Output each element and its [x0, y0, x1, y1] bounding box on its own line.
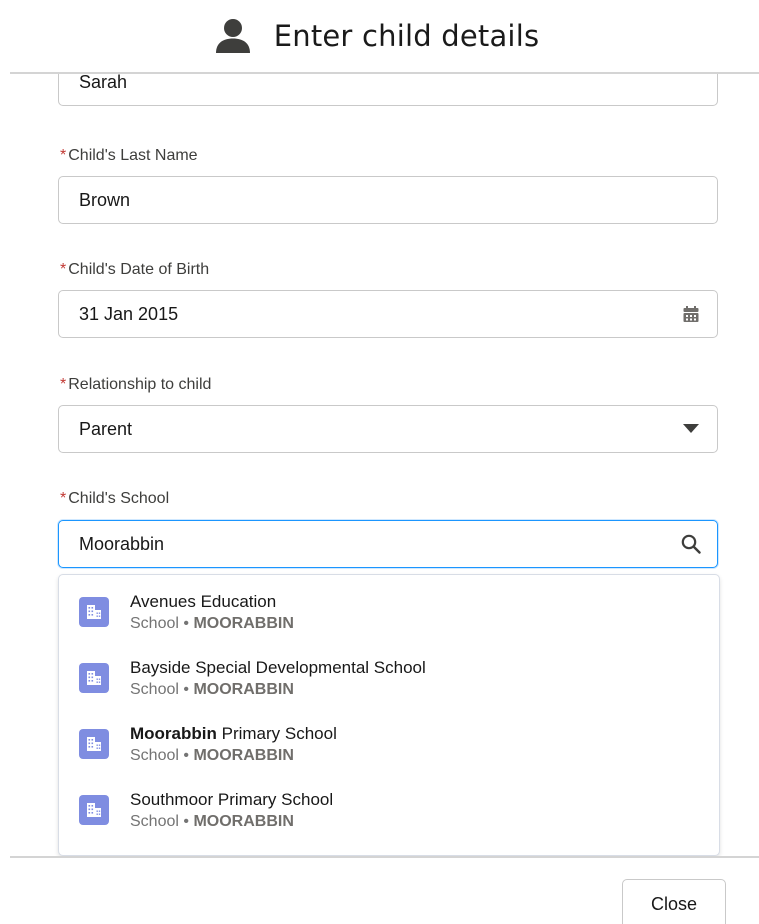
modal-header: Enter child details	[0, 0, 759, 72]
option-type: School	[130, 813, 179, 830]
option-title: Moorabbin Primary School	[130, 723, 337, 745]
school-label-text: Child's School	[68, 490, 170, 507]
last-name-label-text: Child's Last Name	[68, 147, 198, 164]
school-option[interactable]: Avenues Education School • MOORABBIN	[59, 575, 719, 637]
dob-input[interactable]: 31 Jan 2015	[58, 290, 718, 338]
modal-body[interactable]: Sarah * Child's Last Name Brown * Child's …	[0, 74, 759, 856]
school-search-input[interactable]: Moorabbin	[58, 520, 718, 568]
option-text: Southmoor Primary School School • MOORAB…	[130, 789, 333, 833]
required-mark: *	[60, 376, 67, 393]
first-name-input[interactable]: Sarah	[58, 74, 718, 106]
close-button[interactable]: Close	[622, 879, 726, 924]
option-separator: •	[183, 747, 189, 764]
school-label: * Child's School	[60, 490, 169, 508]
option-text: Bayside Special Developmental School Sch…	[130, 657, 426, 701]
option-meta: School • MOORABBIN	[130, 613, 294, 635]
option-title-rest: Primary School	[216, 724, 337, 743]
option-title-rest: Bayside Special Developmental School	[130, 658, 426, 677]
required-mark: *	[60, 490, 67, 507]
dob-value: 31 Jan 2015	[79, 303, 179, 324]
dob-label: * Child's Date of Birth	[60, 261, 209, 279]
option-meta: School • MOORABBIN	[130, 811, 333, 833]
relationship-label: * Relationship to child	[60, 376, 211, 394]
last-name-input[interactable]: Brown	[58, 176, 718, 224]
modal-title: Enter child details	[273, 19, 540, 53]
option-type: School	[130, 747, 179, 764]
first-name-value: Sarah	[79, 74, 128, 92]
relationship-label-text: Relationship to child	[68, 376, 212, 393]
option-meta: School • MOORABBIN	[130, 679, 426, 701]
building-icon	[79, 663, 109, 693]
option-suburb: MOORABBIN	[193, 615, 294, 632]
option-title-rest: Southmoor Primary School	[130, 790, 334, 809]
school-search-value: Moorabbin	[79, 533, 165, 554]
option-title-rest: Avenues Education	[130, 592, 277, 611]
option-text: Moorabbin Primary School School • MOORAB…	[130, 723, 337, 767]
option-title: Southmoor Primary School	[130, 789, 333, 811]
required-mark: *	[60, 147, 67, 164]
option-separator: •	[183, 615, 189, 632]
option-title-match: Moorabbin	[130, 724, 217, 743]
footer-divider	[10, 856, 759, 858]
building-icon	[79, 795, 109, 825]
option-suburb: MOORABBIN	[193, 747, 294, 764]
user-icon	[215, 19, 250, 53]
last-name-value: Brown	[79, 189, 131, 210]
option-suburb: MOORABBIN	[193, 681, 294, 698]
modal: Enter child details Sarah * Child's Last …	[0, 0, 759, 924]
option-meta: School • MOORABBIN	[130, 745, 337, 767]
caret-down-icon[interactable]	[681, 419, 701, 439]
header-inner: Enter child details	[214, 17, 540, 55]
option-title: Bayside Special Developmental School	[130, 657, 426, 679]
school-listbox: Avenues Education School • MOORABBIN Bay…	[58, 574, 720, 856]
school-option[interactable]: Southmoor Primary School School • MOORAB…	[59, 773, 719, 835]
option-type: School	[130, 681, 179, 698]
dob-label-text: Child's Date of Birth	[68, 261, 210, 278]
search-icon	[681, 534, 701, 554]
required-mark: *	[60, 261, 67, 278]
building-icon	[79, 729, 109, 759]
school-option[interactable]: Moorabbin Primary School School • MOORAB…	[59, 707, 719, 769]
option-text: Avenues Education School • MOORABBIN	[130, 591, 294, 635]
building-icon	[79, 597, 109, 627]
option-title: Avenues Education	[130, 591, 294, 613]
relationship-value: Parent	[79, 418, 133, 439]
last-name-label: * Child's Last Name	[60, 147, 198, 165]
school-option[interactable]: Bayside Special Developmental School Sch…	[59, 641, 719, 703]
calendar-icon[interactable]	[681, 304, 701, 324]
option-suburb: MOORABBIN	[193, 813, 294, 830]
relationship-select[interactable]: Parent	[58, 405, 718, 453]
option-separator: •	[183, 813, 189, 830]
option-type: School	[130, 615, 179, 632]
option-separator: •	[183, 681, 189, 698]
